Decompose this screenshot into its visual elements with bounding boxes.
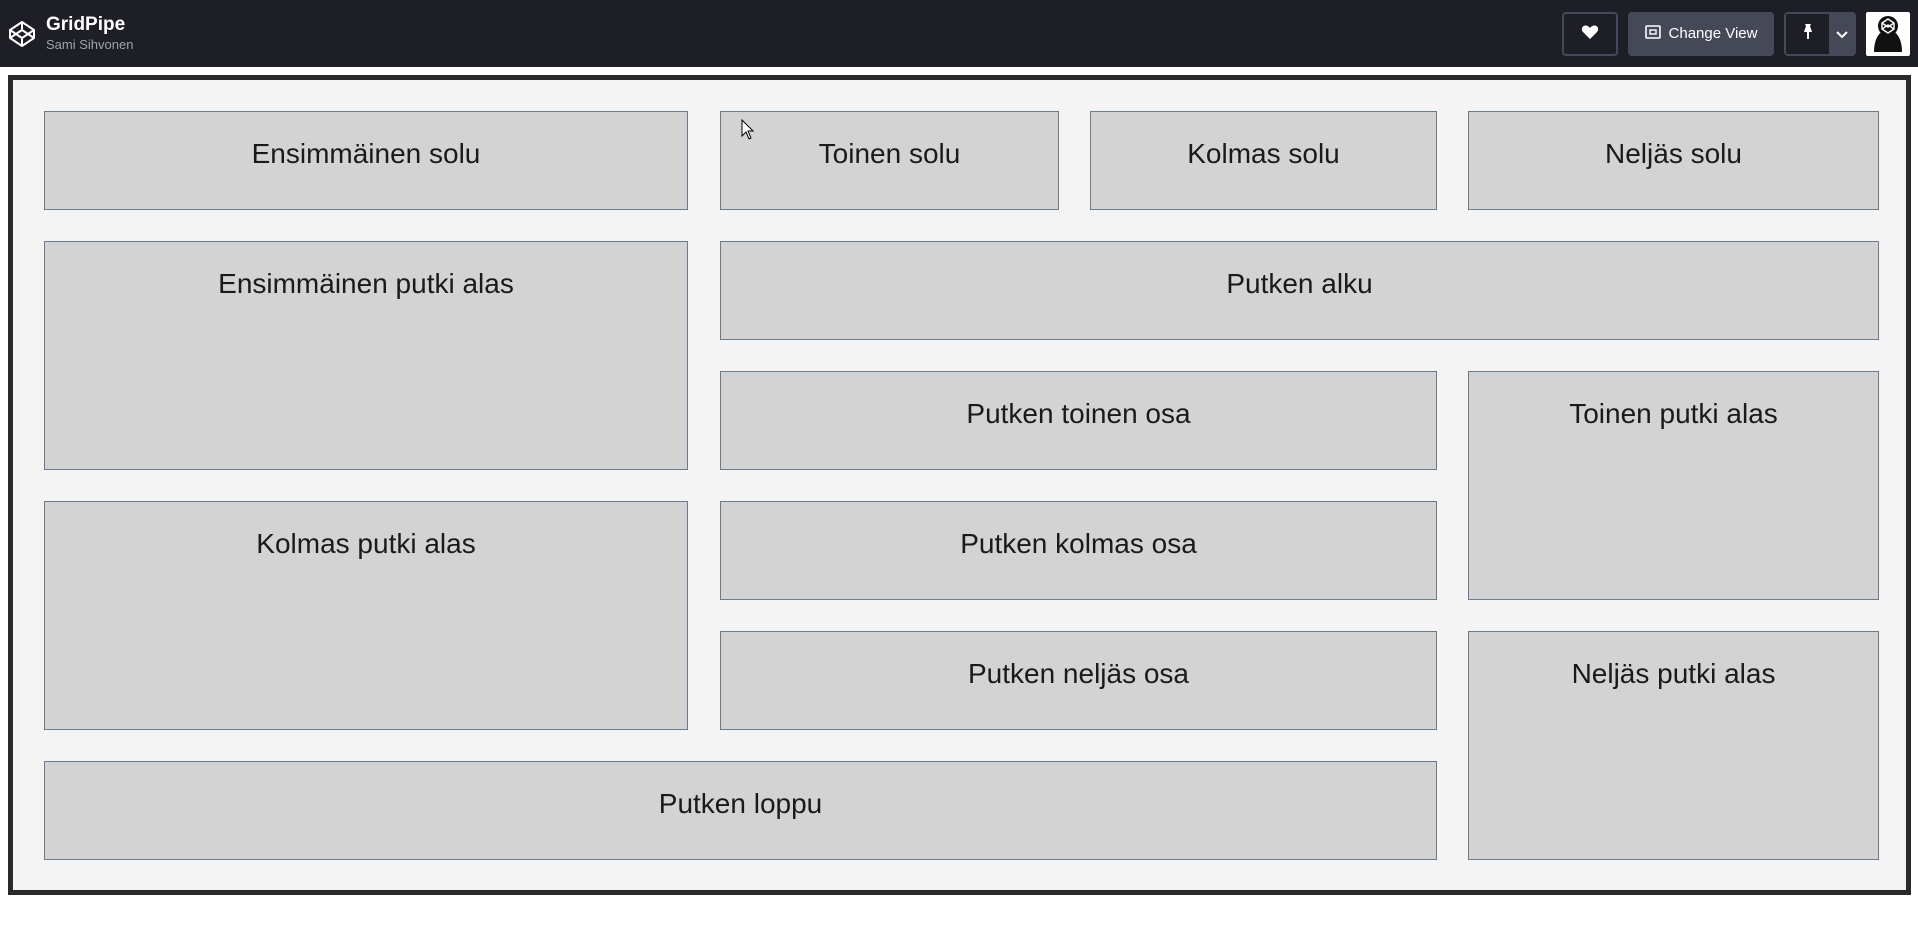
header-actions: Change View — [1562, 11, 1910, 56]
grid-cell: Ensimmäinen solu — [44, 111, 688, 210]
grid-cell: Kolmas solu — [1090, 111, 1437, 210]
layout-icon — [1644, 24, 1661, 43]
heart-icon — [1581, 24, 1599, 44]
grid-cell: Toinen putki alas — [1468, 371, 1879, 600]
author-name[interactable]: Sami Sihvonen — [46, 36, 133, 54]
like-button[interactable] — [1562, 11, 1618, 56]
chevron-down-icon — [1836, 24, 1848, 43]
pen-title[interactable]: GridPipe — [46, 14, 133, 36]
grid-cell: Ensimmäinen putki alas — [44, 241, 688, 470]
grid-cell: Putken toinen osa — [720, 371, 1437, 470]
grid-cell: Putken kolmas osa — [720, 501, 1437, 600]
grid-cell: Neljäs putki alas — [1468, 631, 1879, 860]
grid-cell: Toinen solu — [720, 111, 1059, 210]
user-avatar[interactable] — [1866, 11, 1910, 56]
pin-icon — [1800, 23, 1816, 45]
brand: GridPipe Sami Sihvonen — [6, 14, 133, 54]
grid-cell: Kolmas putki alas — [44, 501, 688, 730]
change-view-label: Change View — [1668, 25, 1758, 42]
pin-button-group — [1784, 11, 1856, 56]
pin-button[interactable] — [1786, 13, 1830, 54]
grid-cell: Neljäs solu — [1468, 111, 1879, 210]
avatar-icon — [1868, 11, 1908, 56]
top-bar: GridPipe Sami Sihvonen Change View — [0, 0, 1918, 67]
pin-menu-toggle[interactable] — [1829, 13, 1854, 54]
grid-cell: Putken alku — [720, 241, 1879, 340]
codepen-logo-icon[interactable] — [6, 18, 38, 50]
grid-cell: Putken neljäs osa — [720, 631, 1437, 730]
mouse-cursor-icon — [741, 118, 755, 141]
result-preview: Ensimmäinen solu Toinen solu Kolmas solu… — [8, 75, 1911, 895]
change-view-button[interactable]: Change View — [1628, 11, 1774, 56]
grid-cell: Putken loppu — [44, 761, 1437, 860]
